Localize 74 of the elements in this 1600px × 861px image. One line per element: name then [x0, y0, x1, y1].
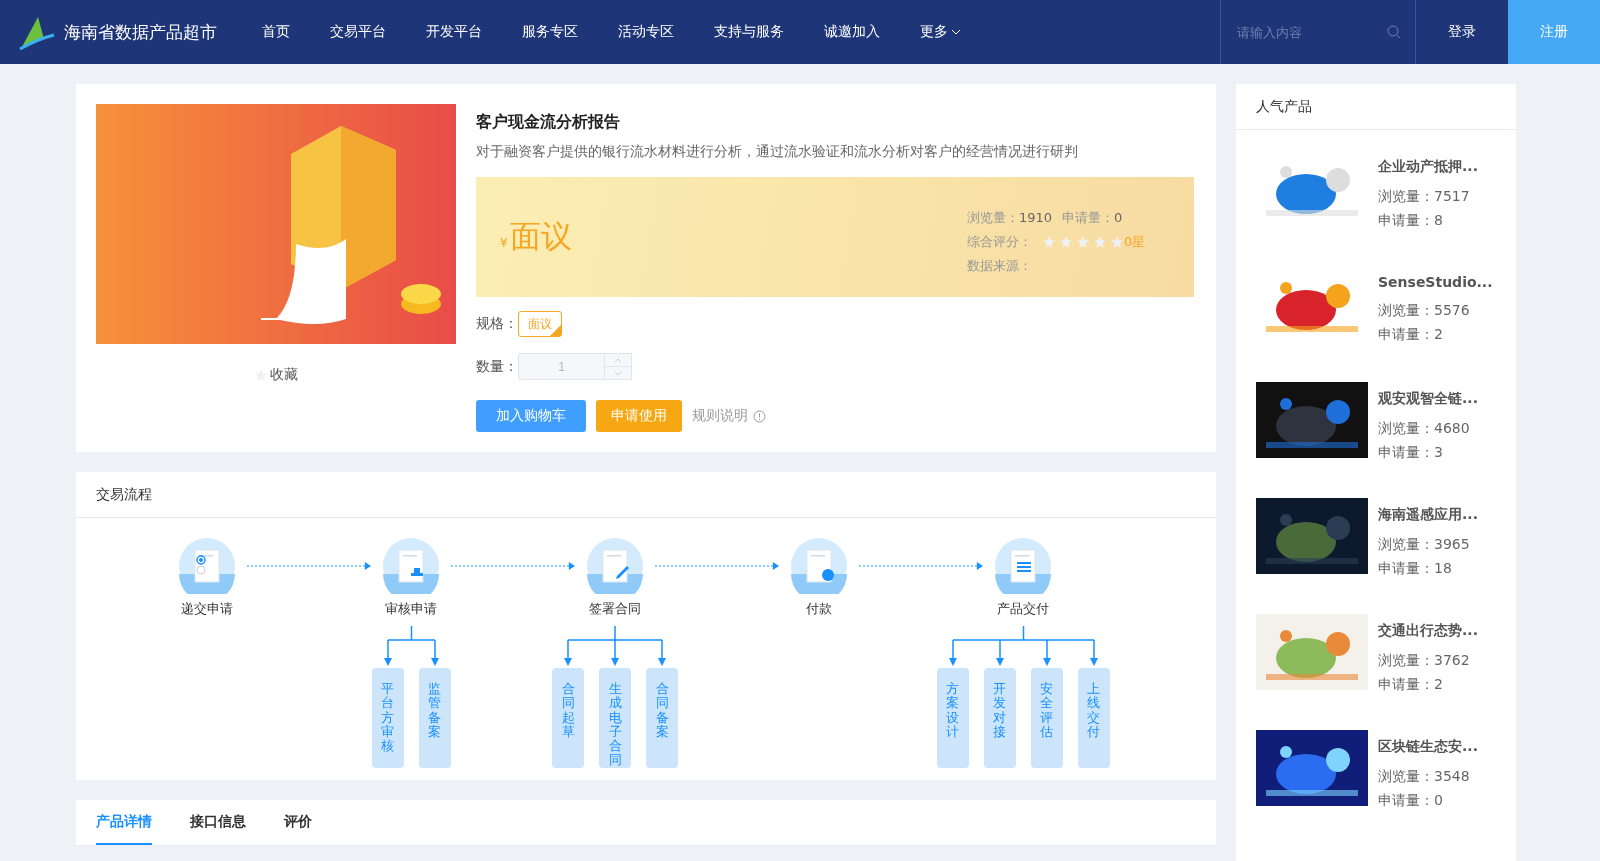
- currency-symbol: ¥: [500, 236, 508, 250]
- star-icon: [1093, 235, 1107, 249]
- product-link[interactable]: 观安观智全链...: [1378, 390, 1478, 408]
- star-icon: [1042, 235, 1056, 249]
- section-title: 交易流程: [76, 472, 1216, 518]
- tab[interactable]: 接口信息: [190, 800, 246, 845]
- substep-card: 监管备案: [418, 668, 451, 768]
- branch-connector: [383, 626, 439, 666]
- substep-card: 方案设计: [936, 668, 969, 768]
- document-icon: [791, 538, 847, 594]
- document-icon: [587, 538, 643, 594]
- substep-card: 生成电子合同: [599, 668, 631, 768]
- star-icon: [1059, 235, 1073, 249]
- nav-link[interactable]: 交易平台: [310, 23, 406, 41]
- nav-link[interactable]: 首页: [242, 23, 310, 41]
- substep-card: 开发对接: [983, 668, 1016, 768]
- views-stat: 浏览量：1910: [967, 209, 1053, 227]
- rating-label: 综合评分：: [967, 233, 1032, 251]
- substep-card: 上线交付: [1077, 668, 1110, 768]
- step-label: 签署合同: [589, 600, 641, 618]
- substep-card: 合同起草: [552, 668, 584, 768]
- nav-link[interactable]: 支持与服务: [694, 23, 804, 41]
- sidebar-title: 人气产品: [1236, 84, 1516, 130]
- search-icon: [1387, 25, 1401, 39]
- substep-card: 合同备案: [646, 668, 678, 768]
- product-description: 对于融资客户提供的银行流水材料进行分析，通过流水验证和流水分析对客户的经营情况进行研判: [476, 143, 1079, 161]
- product-link[interactable]: 企业动产抵押...: [1378, 158, 1478, 176]
- star-icon: [1110, 235, 1124, 249]
- requests-stat: 申请量：2: [1378, 326, 1444, 344]
- document-icon: [995, 538, 1051, 594]
- substep-card: 安全评估: [1030, 668, 1063, 768]
- views-stat: 浏览量：5576: [1378, 302, 1471, 320]
- chevron-down-icon: [614, 370, 622, 376]
- step-label: 递交申请: [181, 600, 233, 618]
- requests-stat: 申请量：18: [1378, 560, 1453, 578]
- product-title: 客户现金流分析报告: [476, 112, 621, 133]
- step-label: 审核申请: [385, 600, 437, 618]
- requests-stat: 申请量：3: [1378, 444, 1444, 462]
- star-icon: [1076, 235, 1090, 249]
- nav-link[interactable]: 活动专区: [598, 23, 694, 41]
- views-stat: 浏览量：3762: [1378, 652, 1471, 670]
- step-label: 付款: [806, 600, 832, 618]
- rating-text: 0星: [1124, 233, 1146, 251]
- info-icon: [753, 409, 766, 423]
- product-link[interactable]: 区块链生态安...: [1378, 738, 1478, 756]
- views-stat: 浏览量：3548: [1378, 768, 1471, 786]
- views-stat: 浏览量：3965: [1378, 536, 1471, 554]
- spec-label: 规格：: [476, 315, 518, 333]
- site-title: 海南省数据产品超市: [64, 20, 217, 44]
- requests-stat: 申请量：8: [1378, 212, 1444, 230]
- nav-link[interactable]: 服务专区: [502, 23, 598, 41]
- requests-stat: 申请量：2: [1378, 676, 1444, 694]
- price-value: 面议: [509, 217, 572, 256]
- favorite-link[interactable]: 收藏: [254, 366, 298, 384]
- product-link[interactable]: SenseStudio...: [1378, 274, 1493, 290]
- login-button[interactable]: 登录: [1416, 0, 1508, 64]
- product-link[interactable]: 交通出行态势...: [1378, 622, 1478, 640]
- quantity-label: 数量：: [476, 357, 518, 376]
- product-link[interactable]: 海南遥感应用...: [1378, 506, 1478, 524]
- requests-stat: 申请量：0: [1062, 209, 1123, 227]
- step-label: 产品交付: [997, 600, 1049, 618]
- views-stat: 浏览量：7517: [1378, 188, 1471, 206]
- nav-link[interactable]: 诚邀加入: [804, 23, 900, 41]
- document-icon: [383, 538, 439, 594]
- requests-stat: 申请量：0: [1378, 792, 1444, 810]
- chevron-up-icon: [614, 357, 622, 363]
- substep-card: 平台方审核: [371, 668, 404, 768]
- nav-link[interactable]: 更多: [900, 23, 981, 41]
- search-field[interactable]: 请输入内容: [1235, 23, 1381, 41]
- views-stat: 浏览量：4680: [1378, 420, 1471, 438]
- nav-link[interactable]: 开发平台: [406, 23, 502, 41]
- document-icon: [179, 538, 235, 594]
- source-label: 数据来源：: [967, 257, 1032, 275]
- tab[interactable]: 评价: [284, 800, 312, 845]
